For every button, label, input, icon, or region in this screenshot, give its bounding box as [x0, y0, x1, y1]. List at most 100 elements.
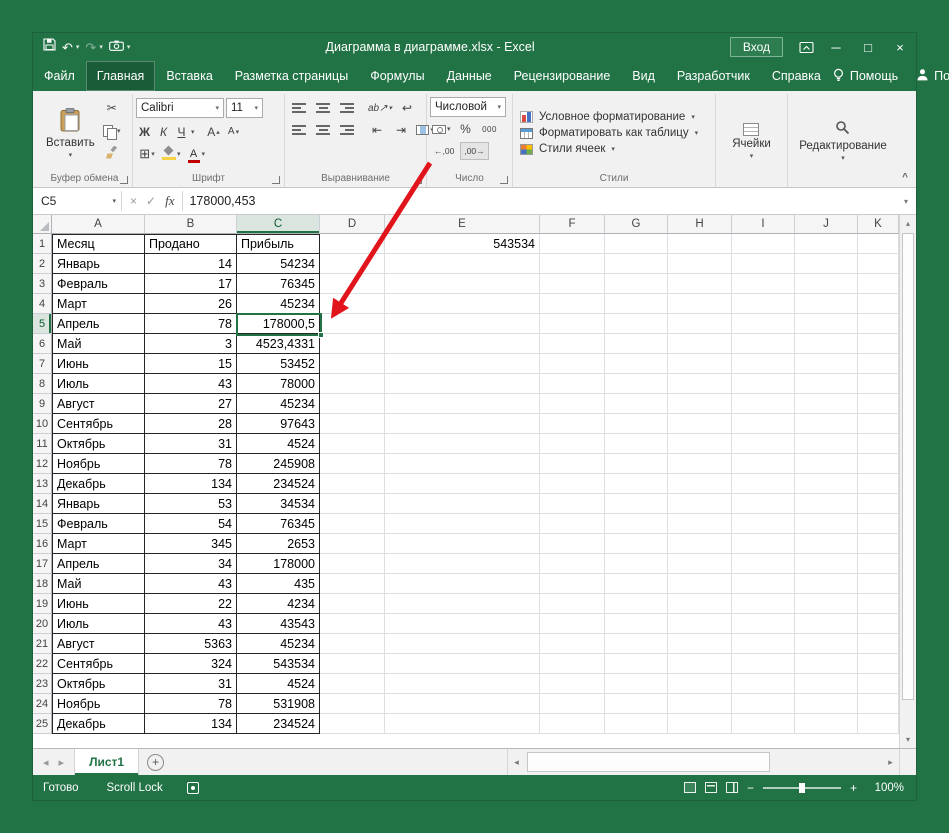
name-box-caret-icon[interactable]: ▾: [112, 197, 121, 205]
cell-I8[interactable]: [732, 374, 795, 394]
horizontal-scroll-thumb[interactable]: [527, 752, 770, 772]
bold-button[interactable]: Ж: [136, 121, 153, 143]
sign-in-button[interactable]: Вход: [729, 37, 783, 57]
cell-H20[interactable]: [668, 614, 732, 634]
font-color-button[interactable]: А ▾: [185, 143, 208, 165]
cell-F18[interactable]: [540, 574, 605, 594]
cell-K24[interactable]: [858, 694, 899, 714]
cell-J20[interactable]: [795, 614, 858, 634]
cell-E1[interactable]: 543534: [385, 234, 540, 254]
cell-H2[interactable]: [668, 254, 732, 274]
cell-F5[interactable]: [540, 314, 605, 334]
cell-E25[interactable]: [385, 714, 540, 734]
cell-K3[interactable]: [858, 274, 899, 294]
cancel-entry-icon[interactable]: ×: [130, 194, 137, 208]
cell-A19[interactable]: Июнь: [52, 594, 145, 614]
wrap-text-button[interactable]: ↩: [396, 97, 418, 119]
cell-K14[interactable]: [858, 494, 899, 514]
cell-D12[interactable]: [320, 454, 385, 474]
cell-K21[interactable]: [858, 634, 899, 654]
cell-A25[interactable]: Декабрь: [52, 714, 145, 734]
cell-C18[interactable]: 435: [237, 574, 320, 594]
cell-I17[interactable]: [732, 554, 795, 574]
cell-D13[interactable]: [320, 474, 385, 494]
cell-G15[interactable]: [605, 514, 668, 534]
format-as-table-button[interactable]: Форматировать как таблицу ▾: [520, 127, 708, 139]
cell-I2[interactable]: [732, 254, 795, 274]
cell-C10[interactable]: 97643: [237, 414, 320, 434]
cell-B24[interactable]: 78: [145, 694, 237, 714]
cell-C9[interactable]: 45234: [237, 394, 320, 414]
cell-J1[interactable]: [795, 234, 858, 254]
cell-D19[interactable]: [320, 594, 385, 614]
cell-E19[interactable]: [385, 594, 540, 614]
cell-C5[interactable]: 178000,5: [237, 314, 320, 334]
row-header-20[interactable]: 20: [33, 614, 52, 634]
cell-H16[interactable]: [668, 534, 732, 554]
scroll-up-icon[interactable]: ▴: [900, 215, 916, 232]
cell-E7[interactable]: [385, 354, 540, 374]
align-bottom-button[interactable]: [336, 97, 358, 119]
cell-J7[interactable]: [795, 354, 858, 374]
cell-H17[interactable]: [668, 554, 732, 574]
cell-A16[interactable]: Март: [52, 534, 145, 554]
row-header-21[interactable]: 21: [33, 634, 52, 654]
cell-A23[interactable]: Октябрь: [52, 674, 145, 694]
font-size-select[interactable]: 11 ▾: [226, 98, 263, 118]
percent-format-button[interactable]: %: [455, 118, 477, 140]
cell-A10[interactable]: Сентябрь: [52, 414, 145, 434]
cell-J23[interactable]: [795, 674, 858, 694]
cell-D14[interactable]: [320, 494, 385, 514]
align-right-button[interactable]: [336, 119, 358, 141]
cell-F17[interactable]: [540, 554, 605, 574]
cell-C8[interactable]: 78000: [237, 374, 320, 394]
cell-H15[interactable]: [668, 514, 732, 534]
row-header-11[interactable]: 11: [33, 434, 52, 454]
row-header-6[interactable]: 6: [33, 334, 52, 354]
zoom-out-icon[interactable]: −: [747, 781, 754, 795]
cell-B18[interactable]: 43: [145, 574, 237, 594]
column-header-G[interactable]: G: [605, 215, 668, 234]
decrease-decimal-button[interactable]: ,00→: [460, 141, 489, 160]
column-header-B[interactable]: B: [145, 215, 237, 234]
cell-D16[interactable]: [320, 534, 385, 554]
close-button[interactable]: ×: [884, 33, 916, 61]
ribbon-tab-3[interactable]: Разметка страницы: [224, 61, 359, 91]
cell-B7[interactable]: 15: [145, 354, 237, 374]
cell-F9[interactable]: [540, 394, 605, 414]
cell-E5[interactable]: [385, 314, 540, 334]
cell-J2[interactable]: [795, 254, 858, 274]
cell-H5[interactable]: [668, 314, 732, 334]
cell-C3[interactable]: 76345: [237, 274, 320, 294]
ribbon-tab-9[interactable]: Справка: [761, 61, 832, 91]
cell-D23[interactable]: [320, 674, 385, 694]
cut-button[interactable]: ✂: [101, 97, 123, 119]
cell-B5[interactable]: 78: [145, 314, 237, 334]
cell-E20[interactable]: [385, 614, 540, 634]
cell-C12[interactable]: 245908: [237, 454, 320, 474]
cell-K20[interactable]: [858, 614, 899, 634]
cell-D4[interactable]: [320, 294, 385, 314]
cell-G8[interactable]: [605, 374, 668, 394]
cell-F4[interactable]: [540, 294, 605, 314]
cell-H1[interactable]: [668, 234, 732, 254]
align-middle-button[interactable]: [312, 97, 334, 119]
cell-I25[interactable]: [732, 714, 795, 734]
underline-caret-icon[interactable]: ▾: [191, 128, 195, 136]
fill-color-button[interactable]: ▾: [160, 143, 183, 165]
paste-button[interactable]: Вставить ▾: [40, 95, 101, 171]
row-header-2[interactable]: 2: [33, 254, 52, 274]
sheet-nav-left-icon[interactable]: ◂: [43, 756, 49, 769]
cell-I1[interactable]: [732, 234, 795, 254]
ribbon-tab-6[interactable]: Рецензирование: [503, 61, 622, 91]
zoom-level[interactable]: 100%: [870, 782, 904, 794]
cell-E18[interactable]: [385, 574, 540, 594]
cell-F19[interactable]: [540, 594, 605, 614]
cell-I16[interactable]: [732, 534, 795, 554]
cell-D7[interactable]: [320, 354, 385, 374]
cell-A14[interactable]: Январь: [52, 494, 145, 514]
cell-G11[interactable]: [605, 434, 668, 454]
cell-K10[interactable]: [858, 414, 899, 434]
row-header-3[interactable]: 3: [33, 274, 52, 294]
cell-J14[interactable]: [795, 494, 858, 514]
